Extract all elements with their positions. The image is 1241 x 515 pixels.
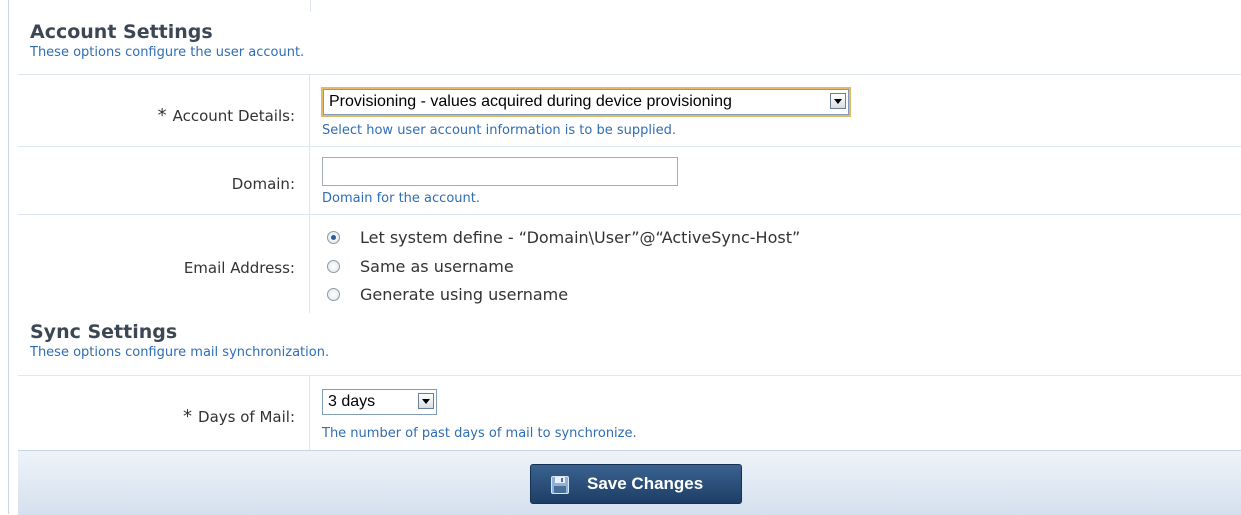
account-details-selected: Provisioning - values acquired during de… — [329, 93, 732, 110]
email-option-same-as-username[interactable]: Same as username — [327, 257, 514, 276]
domain-input[interactable] — [322, 157, 678, 186]
form-footer: Save Changes — [18, 450, 1241, 515]
column-divider — [310, 0, 311, 12]
email-option-label: Let system define - “Domain\User”@“Activ… — [360, 228, 801, 247]
email-option-system-define[interactable]: Let system define - “Domain\User”@“Activ… — [327, 228, 800, 247]
days-of-mail-hint: The number of past days of mail to synch… — [322, 426, 637, 441]
section-title: Account Settings — [30, 21, 213, 43]
account-settings-section-header: Account Settings These options configure… — [21, 20, 1241, 61]
days-of-mail-select[interactable]: 3 days — [322, 389, 437, 415]
email-address-row: Email Address: Let system define - “Doma… — [18, 214, 1241, 313]
days-of-mail-selected: 3 days — [328, 393, 376, 410]
field-label-cell: * Days of Mail: — [18, 376, 310, 450]
domain-row: Domain: Domain for the account. — [18, 146, 1241, 215]
account-details-row: * Account Details: Provisioning - values … — [18, 74, 1241, 147]
domain-hint: Domain for the account. — [322, 191, 480, 206]
dropdown-arrow-icon[interactable] — [418, 393, 434, 409]
account-details-hint: Select how user account information is t… — [322, 123, 676, 138]
account-details-select[interactable]: Provisioning - values acquired during de… — [321, 87, 851, 117]
email-address-label: Email Address: — [183, 259, 295, 277]
radio-unselected-icon[interactable] — [327, 260, 340, 273]
field-label-cell: * Account Details: — [18, 75, 310, 147]
settings-form: Account Settings These options configure… — [8, 0, 1241, 515]
account-details-label: Account Details: — [172, 107, 295, 125]
days-of-mail-label: Days of Mail: — [198, 408, 295, 426]
section-description: These options configure mail synchroniza… — [30, 345, 330, 360]
email-option-generate-using-username[interactable]: Generate using username — [327, 285, 568, 304]
field-label-cell: Domain: — [18, 147, 310, 215]
radio-unselected-icon[interactable] — [327, 288, 340, 301]
floppy-disk-icon — [551, 476, 569, 494]
days-of-mail-row: * Days of Mail: 3 days The number of past… — [18, 375, 1241, 450]
email-option-label: Generate using username — [360, 285, 569, 304]
field-label-cell: Email Address: — [18, 215, 310, 313]
email-option-label: Same as username — [360, 257, 514, 276]
section-description: These options configure the user account… — [30, 45, 305, 60]
radio-selected-icon[interactable] — [327, 231, 340, 244]
sync-settings-section-header: Sync Settings These options configure ma… — [21, 320, 1241, 361]
required-marker: * — [183, 406, 193, 427]
domain-label: Domain: — [231, 175, 295, 193]
save-changes-label: Save Changes — [587, 474, 704, 493]
dropdown-arrow-icon[interactable] — [830, 93, 846, 109]
required-marker: * — [157, 105, 167, 126]
save-changes-button[interactable]: Save Changes — [530, 464, 742, 504]
section-title: Sync Settings — [30, 321, 178, 343]
